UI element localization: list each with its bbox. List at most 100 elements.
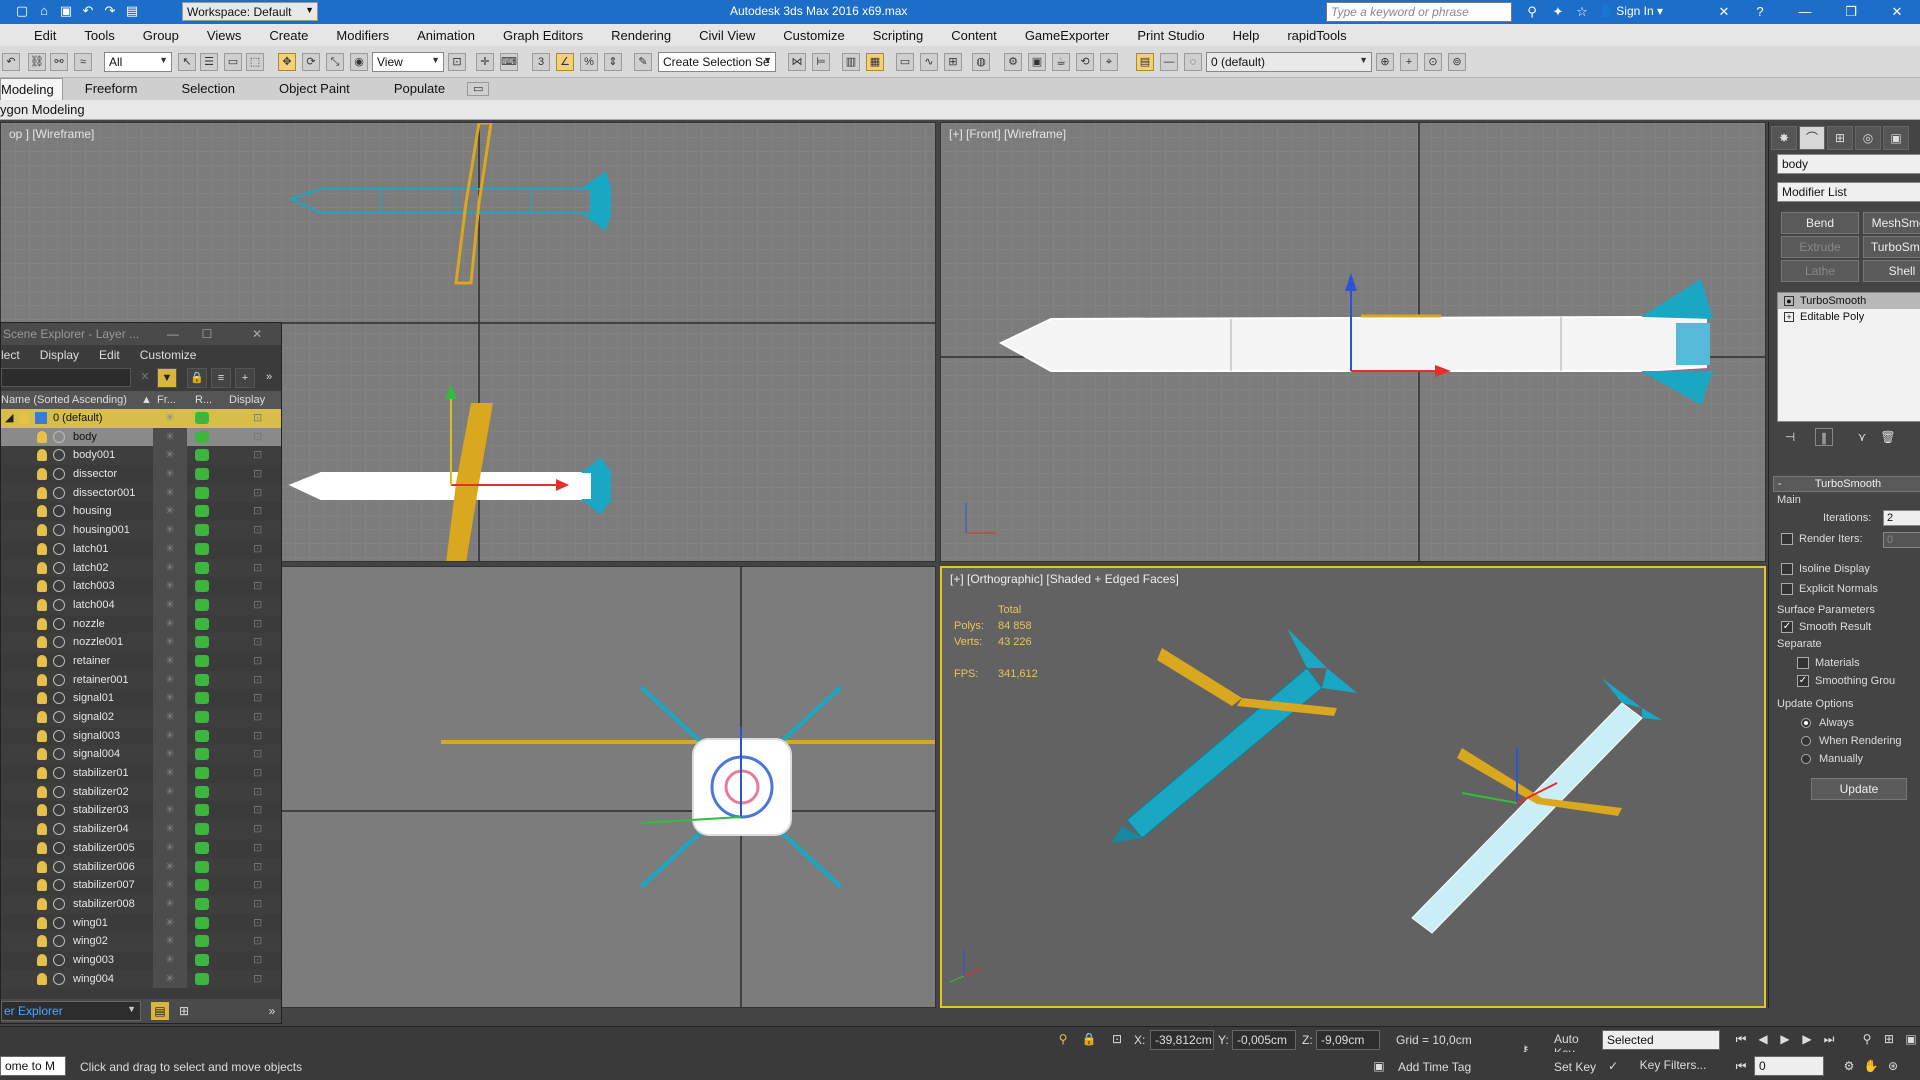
light-bulb-icon[interactable] bbox=[37, 804, 47, 817]
clear-filter-icon[interactable]: ✕ bbox=[135, 368, 155, 388]
project-folder-icon[interactable]: ▤ bbox=[124, 3, 140, 19]
workspace-select[interactable]: Workspace: Default ▼ bbox=[182, 2, 318, 21]
explorer-select[interactable]: er Explorer ▼ bbox=[1, 1001, 141, 1021]
materials-checkbox[interactable]: Materials bbox=[1797, 656, 1860, 670]
menu-customize[interactable]: Customize bbox=[769, 28, 858, 43]
tab-modeling[interactable]: Modeling bbox=[0, 78, 63, 100]
next-frame-icon[interactable]: ▶ bbox=[1798, 1030, 1816, 1048]
window-crossing-icon[interactable]: ⬚ bbox=[246, 53, 264, 71]
snap-3d-icon[interactable]: 3 bbox=[532, 53, 550, 71]
selection-filter-select[interactable]: All ▼ bbox=[104, 52, 172, 72]
scale-icon[interactable]: ⤡ bbox=[326, 53, 344, 71]
make-unique-icon[interactable]: ⋎ bbox=[1853, 428, 1871, 446]
ribbon-options-icon[interactable]: ▭ bbox=[467, 82, 490, 96]
undo-icon[interactable]: ↶ bbox=[80, 3, 96, 19]
render-iters-spinner[interactable]: 0 bbox=[1883, 532, 1920, 548]
light-bulb-icon[interactable] bbox=[37, 897, 47, 910]
minimize-button[interactable]: — bbox=[1782, 0, 1828, 24]
maximize-button[interactable]: ❐ bbox=[1828, 0, 1874, 24]
modifier-turbosmooth-button[interactable]: TurboSmoo bbox=[1863, 236, 1920, 258]
display-icon[interactable]: ⊡ bbox=[253, 652, 262, 671]
pin-stack-icon[interactable]: ⊣ bbox=[1781, 428, 1799, 446]
time-tag-icon[interactable]: ▣ bbox=[1370, 1057, 1388, 1075]
menu-views[interactable]: Views bbox=[193, 28, 255, 43]
display-icon[interactable]: ⊡ bbox=[253, 745, 262, 764]
render-teapot-icon[interactable] bbox=[195, 468, 209, 481]
menu-edit[interactable]: Edit bbox=[20, 28, 70, 43]
render-teapot-icon[interactable] bbox=[195, 860, 209, 873]
explicit-normals-checkbox[interactable]: Explicit Normals bbox=[1781, 582, 1878, 596]
scene-object-row[interactable]: latch02 ✳ ⊡ bbox=[1, 558, 281, 578]
auto-key-button[interactable]: Auto Key bbox=[1550, 1030, 1600, 1060]
freeze-icon[interactable]: ✳ bbox=[153, 782, 187, 802]
update-button[interactable]: Update bbox=[1811, 778, 1907, 800]
motion-tab-icon[interactable]: ◎ bbox=[1855, 126, 1881, 150]
bind-spacewarp-icon[interactable]: ≈ bbox=[74, 53, 92, 71]
link-icon[interactable]: ⛓ bbox=[28, 53, 46, 71]
select-object-icon[interactable]: ↖ bbox=[178, 53, 196, 71]
maxscript-listener-field[interactable]: ome to M bbox=[0, 1056, 66, 1076]
light-bulb-icon[interactable] bbox=[37, 748, 47, 761]
zoom-all-icon[interactable]: ⊞ bbox=[1880, 1030, 1898, 1048]
curve-editor-icon[interactable]: ∿ bbox=[920, 53, 938, 71]
light-bulb-icon[interactable] bbox=[37, 505, 47, 518]
scene-explorer-titlebar[interactable]: Scene Explorer - Layer ... — ☐ ✕ bbox=[1, 323, 281, 345]
scene-object-row[interactable]: wing003 ✳ ⊡ bbox=[1, 950, 281, 970]
freeze-icon[interactable]: ✳ bbox=[153, 465, 187, 484]
ribbon-toggle-icon[interactable]: ▭ bbox=[896, 53, 914, 71]
redo-icon[interactable]: ↷ bbox=[102, 3, 118, 19]
current-frame-field[interactable]: 0 bbox=[1754, 1056, 1824, 1076]
zoom-extents-icon[interactable]: ▣ bbox=[1902, 1030, 1920, 1048]
scene-object-row[interactable]: stabilizer04 ✳ ⊡ bbox=[1, 820, 281, 839]
render-teapot-icon[interactable] bbox=[195, 953, 209, 966]
col-name[interactable]: Name (Sorted Ascending) bbox=[1, 391, 127, 409]
light-bulb-icon[interactable] bbox=[37, 692, 47, 705]
display-icon[interactable]: ⊡ bbox=[253, 671, 262, 690]
layer-visibility-icon[interactable]: — bbox=[1160, 53, 1178, 71]
light-bulb-icon[interactable] bbox=[37, 673, 47, 686]
render-teapot-icon[interactable] bbox=[195, 542, 209, 555]
material-editor-icon[interactable]: ◍ bbox=[972, 53, 990, 71]
scene-object-row[interactable]: wing004 ✳ ⊡ bbox=[1, 969, 281, 989]
viewport-front[interactable]: [+] [Front] [Wireframe] bbox=[940, 122, 1766, 562]
se-menu-display[interactable]: Display bbox=[30, 345, 89, 365]
undo-tool-icon[interactable]: ↶ bbox=[2, 53, 20, 71]
new-file-icon[interactable]: ▢ bbox=[14, 3, 30, 19]
select-by-name-icon[interactable]: ☰ bbox=[200, 53, 218, 71]
key-filters-button[interactable]: Key Filters... bbox=[1626, 1056, 1720, 1076]
display-icon[interactable]: ⊡ bbox=[253, 409, 262, 428]
light-bulb-icon[interactable] bbox=[37, 841, 47, 854]
modifier-bend-button[interactable]: Bend bbox=[1781, 212, 1859, 234]
isolate-selection-icon[interactable]: ⚲ bbox=[1054, 1030, 1072, 1048]
freeze-icon[interactable]: ✳ bbox=[153, 595, 187, 615]
render-teapot-icon[interactable] bbox=[195, 673, 209, 686]
se-menu-customize[interactable]: Customize bbox=[130, 345, 207, 365]
display-icon[interactable]: ⊡ bbox=[253, 801, 262, 820]
display-icon[interactable]: ⊡ bbox=[253, 633, 262, 652]
keyboard-shortcut-icon[interactable]: ⌨ bbox=[500, 53, 518, 71]
layers-icon[interactable]: ≡ bbox=[211, 368, 231, 388]
viewport-front-label[interactable]: [+] [Front] [Wireframe] bbox=[949, 127, 1066, 141]
scene-object-row[interactable]: retainer001 ✳ ⊡ bbox=[1, 670, 281, 690]
scene-object-row[interactable]: latch01 ✳ ⊡ bbox=[1, 539, 281, 559]
percent-snap-icon[interactable]: % bbox=[580, 53, 598, 71]
layer-row-default[interactable]: ◢ 0 (default) ✳ ⊡ bbox=[1, 409, 281, 428]
menu-rendering[interactable]: Rendering bbox=[597, 28, 685, 43]
time-config-icon[interactable]: ⚙ bbox=[1840, 1057, 1858, 1075]
render-teapot-icon[interactable] bbox=[195, 879, 209, 892]
scene-object-row[interactable]: stabilizer006 ✳ ⊡ bbox=[1, 857, 281, 877]
light-bulb-icon[interactable] bbox=[37, 524, 47, 537]
rotate-icon[interactable]: ⟳ bbox=[302, 53, 320, 71]
freeze-icon[interactable]: ✳ bbox=[153, 857, 187, 877]
display-icon[interactable]: ⊡ bbox=[253, 559, 262, 578]
modifier-meshsmooth-button[interactable]: MeshSmoo bbox=[1863, 212, 1920, 234]
lock-icon[interactable]: 🔒 bbox=[187, 368, 207, 388]
col-freeze[interactable]: Fr... bbox=[157, 391, 176, 409]
freeze-icon[interactable]: ✳ bbox=[153, 913, 187, 933]
render-teapot-icon[interactable] bbox=[195, 916, 209, 929]
light-bulb-icon[interactable] bbox=[37, 430, 47, 443]
zoom-icon[interactable]: ⚲ bbox=[1858, 1030, 1876, 1048]
menu-scripting[interactable]: Scripting bbox=[859, 28, 938, 43]
scene-object-row[interactable]: stabilizer005 ✳ ⊡ bbox=[1, 838, 281, 858]
menu-help[interactable]: Help bbox=[1219, 28, 1274, 43]
